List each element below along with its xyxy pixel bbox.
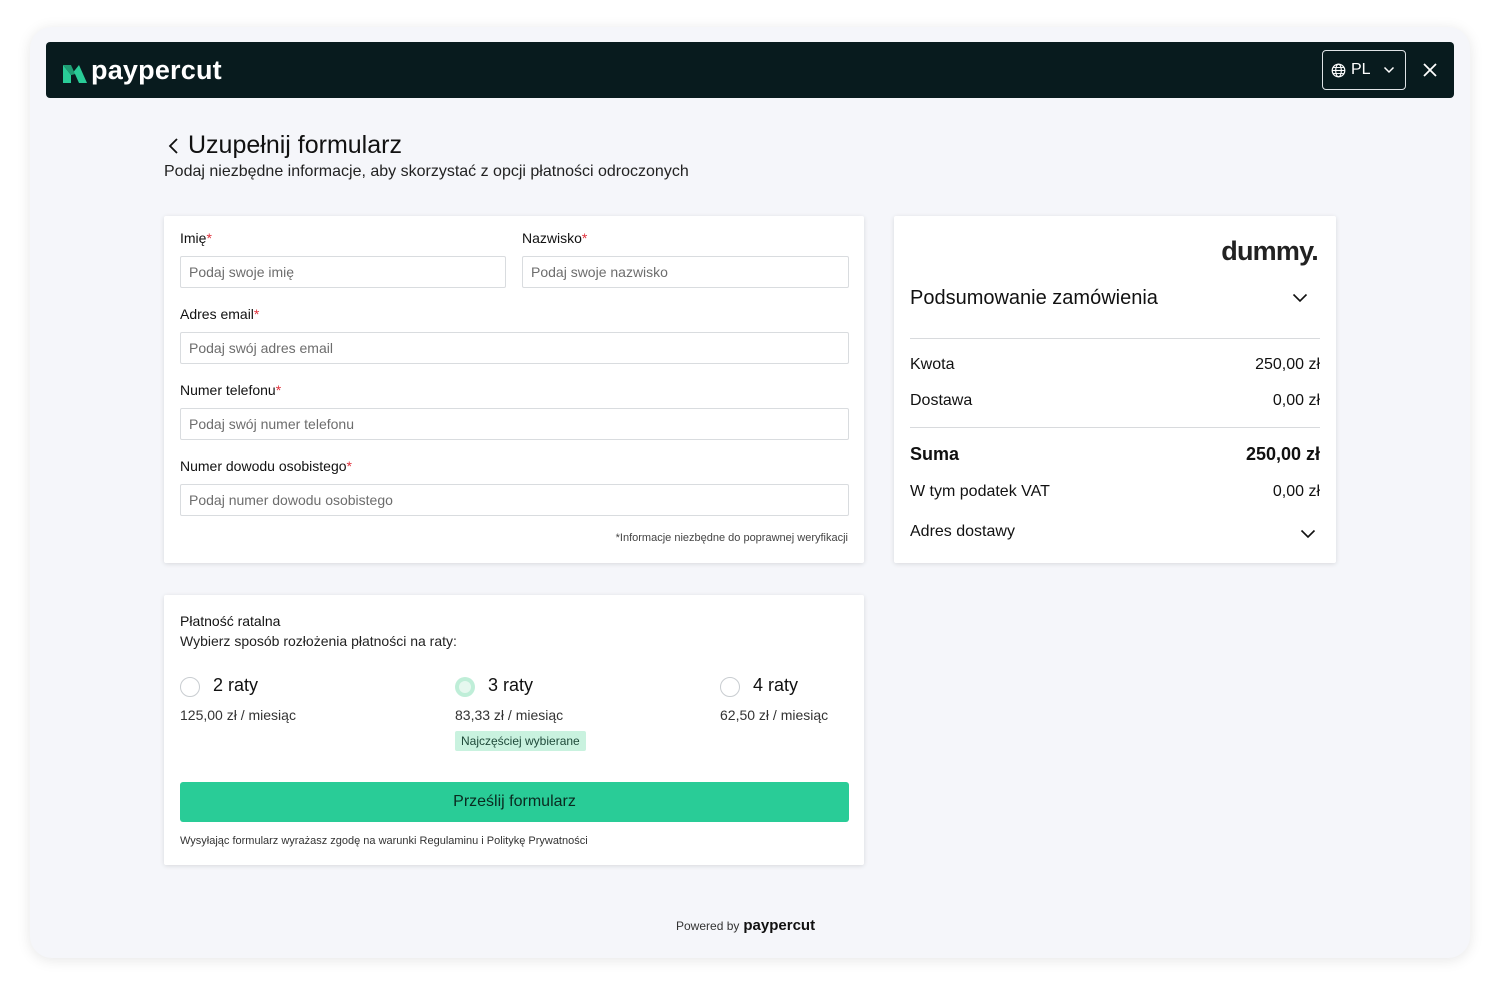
first-name-label: Imię* [180,230,212,246]
id-number-label: Numer dowodu osobistego* [180,458,352,474]
chevron-down-icon [1383,66,1394,74]
delivery-value: 0,00 zł [1272,392,1320,409]
installments-subtitle: Wybierz sposób rozłożenia płatności na r… [180,633,457,649]
phone-label: Numer telefonu* [180,382,282,398]
page-subtitle: Podaj niezbędne informacje, aby skorzyst… [164,163,689,180]
delivery-address-toggle[interactable]: Adres dostawy [910,523,1015,541]
summary-chevron-icon[interactable] [1292,293,1308,303]
globe-icon [1331,63,1346,77]
language-label: PL [1351,61,1371,78]
top-bar: paypercut PL [46,42,1454,98]
powered-by-text: Powered by [676,919,740,933]
total-value: 250,00 zł [1245,444,1320,464]
brand-logo: paypercut [62,54,222,86]
email-label: Adres email* [180,306,260,322]
first-name-input[interactable] [180,256,506,288]
radio-button-selected[interactable] [455,677,475,697]
vat-value: 0,00 zł [1272,483,1320,500]
option-price: 83,33 zł / miesiąc [455,707,564,723]
paypercut-logo-icon [63,65,87,83]
submit-form-button[interactable]: Prześlij formularz [180,782,849,822]
address-chevron-icon[interactable] [1300,529,1316,539]
total-label: Suma [910,444,960,464]
required-note: *Informacje niezbędne do poprawnej weryf… [615,532,848,544]
option-price: 125,00 zł / miesiąc [180,707,296,723]
installments-title: Płatność ratalna [180,613,281,629]
option-price: 62,50 zł / miesiąc [720,707,829,723]
radio-button[interactable] [180,677,200,697]
summary-title: Podsumowanie zamówienia [910,287,1158,309]
close-icon[interactable] [1420,60,1440,80]
delivery-label: Dostawa [910,392,973,409]
amount-label: Kwota [910,356,955,373]
popular-badge: Najczęściej wybierane [455,731,586,751]
summary-divider [910,338,1320,339]
back-arrow-icon[interactable] [164,134,184,158]
footer-brand: paypercut [743,917,816,934]
last-name-label: Nazwisko* [522,230,588,246]
consent-text: Wysyłając formularz wyrażasz zgodę na wa… [180,835,588,847]
brand-name: paypercut [91,54,222,85]
merchant-logo: dummy. [1221,236,1319,266]
id-number-input[interactable] [180,484,849,516]
total-divider [910,427,1320,428]
radio-button[interactable] [720,677,740,697]
order-summary: dummy. Podsumowanie zamówienia Kwota 250… [894,216,1336,563]
page-heading: Uzupełnij formularz [164,131,402,160]
option-label: 4 raty [753,675,799,695]
language-selector[interactable]: PL [1322,50,1406,90]
email-input[interactable] [180,332,849,364]
installment-payment: Płatność ratalna Wybierz sposób rozłożen… [164,595,864,865]
phone-input[interactable] [180,408,849,440]
page-title: Uzupełnij formularz [188,131,402,159]
option-label: 3 raty [488,675,534,695]
last-name-input[interactable] [522,256,849,288]
amount-value: 250,00 zł [1255,356,1320,373]
personal-details-form: Imię* Nazwisko* Adres email* Numer telef… [164,216,864,563]
option-label: 2 raty [213,675,259,695]
vat-label: W tym podatek VAT [910,483,1050,500]
powered-by-footer: Powered by paypercut [676,917,815,934]
